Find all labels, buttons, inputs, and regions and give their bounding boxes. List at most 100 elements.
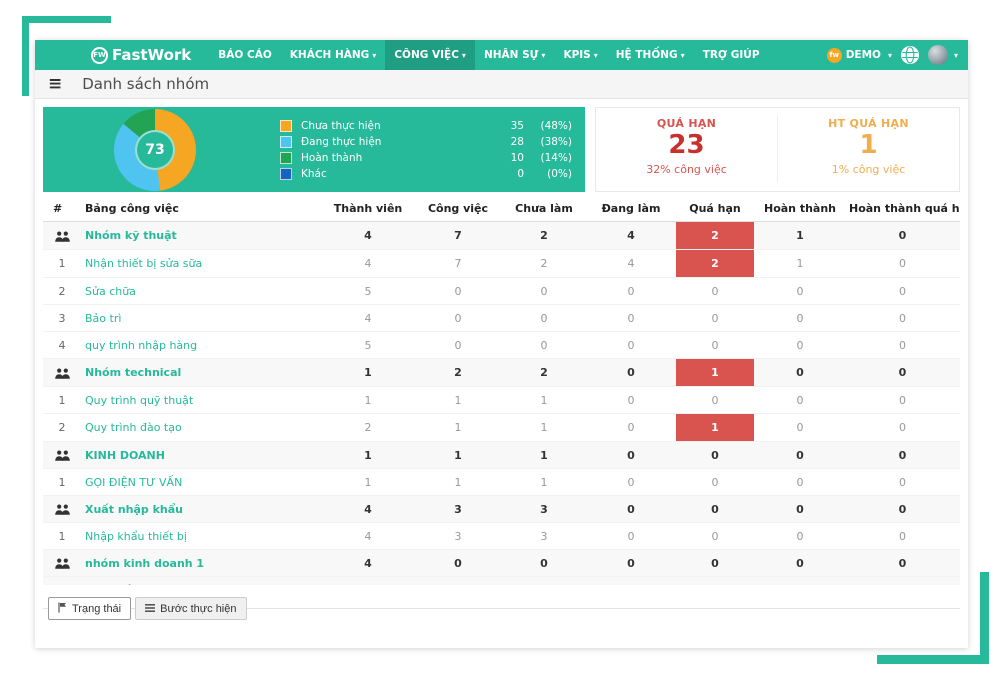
status-chart-panel: 73 Chưa thực hiện35(48%)Đang thực hiện28… [43, 107, 585, 192]
overdue-cell: 0 [675, 278, 755, 305]
board-link[interactable]: Nhận thiết bị sửa sữa [85, 257, 202, 270]
board-link[interactable]: Nhóm technical [85, 366, 181, 379]
doing-cell: 0 [587, 523, 675, 550]
column-header-hoan-thanh: Hoàn thành [755, 197, 845, 222]
board-name-cell: quy trình nhập hàng [81, 332, 321, 359]
nav-item-tro-giup[interactable]: TRỢ GIÚP [694, 40, 769, 70]
group-row: Kinh Bắc4110000 [43, 577, 960, 586]
board-link[interactable]: Kinh Bắc [85, 584, 139, 586]
trang-thai-button[interactable]: Trạng thái [48, 597, 131, 620]
todo-cell: 1 [501, 414, 587, 442]
nav-item-label: TRỢ GIÚP [703, 49, 760, 61]
nav-item-label: KHÁCH HÀNG [290, 49, 370, 61]
group-row: nhóm kinh doanh 14000000 [43, 550, 960, 577]
board-name-cell: GỌI ĐIỆN TƯ VẤN [81, 469, 321, 496]
users-icon [55, 449, 70, 462]
navbar: FW FastWork BÁO CÁOKHÁCH HÀNG▾CÔNG VIỆC▾… [35, 40, 968, 70]
nav-item-kpis[interactable]: KPIS ▾ [554, 40, 606, 70]
stat-caption: 32% công việc [596, 163, 777, 176]
board-link[interactable]: quy trình nhập hàng [85, 339, 197, 352]
done-cell: 0 [755, 442, 845, 469]
chevron-down-icon: ▾ [594, 51, 598, 60]
done-cell: 0 [755, 305, 845, 332]
nav-item-bao-cao[interactable]: BÁO CÁO [209, 40, 280, 70]
nav-item-cong-viec[interactable]: CÔNG VIỆC▾ [385, 40, 475, 70]
board-name-cell: Nhóm kỹ thuật [81, 222, 321, 250]
tasks-cell: 1 [415, 442, 501, 469]
done-overdue-cell: 0 [845, 332, 960, 359]
done-cell: 0 [755, 332, 845, 359]
todo-cell: 1 [501, 387, 587, 414]
org-switcher[interactable]: fw DEMO ▾ [827, 48, 892, 63]
chevron-down-icon: ▾ [372, 51, 376, 60]
overdue-cell: 0 [675, 496, 755, 523]
chevron-down-icon: ▾ [462, 51, 466, 60]
legend-item: Hoàn thành10(14%) [280, 152, 572, 164]
navbar-menu: BÁO CÁOKHÁCH HÀNG▾CÔNG VIỆC▾NHÂN SỰ▾KPIS… [209, 40, 768, 70]
nav-item-label: BÁO CÁO [218, 49, 271, 61]
legend-label: Chưa thực hiện [301, 120, 381, 132]
legend-item: Khác0(0%) [280, 168, 572, 180]
board-link[interactable]: Sửa chữa [85, 285, 136, 298]
legend-percent: (14%) [524, 152, 572, 164]
button-label: Trạng thái [72, 603, 121, 615]
board-link[interactable]: nhóm kinh doanh 1 [85, 557, 204, 570]
members-cell: 4 [321, 550, 415, 577]
buoc-thuc-hien-button[interactable]: Bước thực hiện [135, 597, 246, 620]
column-header-bang-cong-viec: Bảng công việc [81, 197, 321, 222]
board-link[interactable]: GỌI ĐIỆN TƯ VẤN [85, 476, 182, 489]
tasks-cell: 1 [415, 577, 501, 586]
todo-cell: 2 [501, 250, 587, 278]
board-link[interactable]: Xuất nhập khẩu [85, 503, 183, 516]
board-link[interactable]: Quy trình quỹ thuật [85, 394, 193, 407]
overdue-badge: 1 [676, 359, 754, 386]
column-header-ang-lam: Đang làm [587, 197, 675, 222]
done-overdue-cell: 0 [845, 550, 960, 577]
board-link[interactable]: KINH DOANH [85, 449, 165, 462]
row-index: 4 [43, 332, 81, 359]
doing-cell: 0 [587, 496, 675, 523]
done-overdue-cell: 0 [845, 469, 960, 496]
summary-row: 73 Chưa thực hiện35(48%)Đang thực hiện28… [43, 107, 960, 192]
board-row: 1Nhận thiết bị sửa sữa4724210 [43, 250, 960, 278]
board-link[interactable]: Nhập khẩu thiết bị [85, 530, 187, 543]
content: 73 Chưa thực hiện35(48%)Đang thực hiện28… [35, 99, 968, 621]
done-cell: 0 [755, 359, 845, 387]
todo-cell: 2 [501, 222, 587, 250]
members-cell: 5 [321, 278, 415, 305]
stat-value: 1 [778, 131, 959, 160]
nav-item-label: KPIS [563, 49, 590, 61]
done-cell: 0 [755, 469, 845, 496]
menu-toggle-icon[interactable]: ≡ [48, 76, 62, 93]
board-link[interactable]: Quy trình đào tạo [85, 421, 182, 434]
legend-percent: (48%) [524, 120, 572, 132]
user-menu[interactable]: ▾ [928, 45, 958, 65]
legend-label: Khác [301, 168, 327, 180]
nav-item-he-thong[interactable]: HỆ THỐNG▾ [607, 40, 694, 70]
nav-item-khach-hang[interactable]: KHÁCH HÀNG▾ [281, 40, 386, 70]
board-row: 3Bảo trì4000000 [43, 305, 960, 332]
row-index: 1 [43, 469, 81, 496]
tasks-cell: 7 [415, 250, 501, 278]
doing-cell: 0 [587, 414, 675, 442]
brand[interactable]: FW FastWork [91, 46, 191, 64]
list-icon [145, 603, 155, 615]
chevron-down-icon: ▾ [681, 51, 685, 60]
group-icon-cell [43, 550, 81, 577]
app-window: FW FastWork BÁO CÁOKHÁCH HÀNG▾CÔNG VIỆC▾… [35, 40, 968, 648]
globe-icon[interactable] [901, 46, 919, 64]
nav-item-nhan-su[interactable]: NHÂN SỰ▾ [475, 40, 555, 70]
legend-value: 28 [511, 136, 524, 148]
board-row: 1Quy trình quỹ thuật1110000 [43, 387, 960, 414]
board-name-cell: Quy trình đào tạo [81, 414, 321, 442]
stat-label: QUÁ HẠN [596, 117, 777, 130]
board-link[interactable]: Bảo trì [85, 312, 121, 325]
board-row: 4quy trình nhập hàng5000000 [43, 332, 960, 359]
members-cell: 4 [321, 250, 415, 278]
users-icon [55, 229, 70, 242]
table-footer: Trạng thái Bước thực hiện [43, 597, 960, 621]
users-icon [55, 584, 70, 586]
board-row: 2Quy trình đào tạo2110100 [43, 414, 960, 442]
board-link[interactable]: Nhóm kỹ thuật [85, 229, 177, 242]
doing-cell: 0 [587, 442, 675, 469]
